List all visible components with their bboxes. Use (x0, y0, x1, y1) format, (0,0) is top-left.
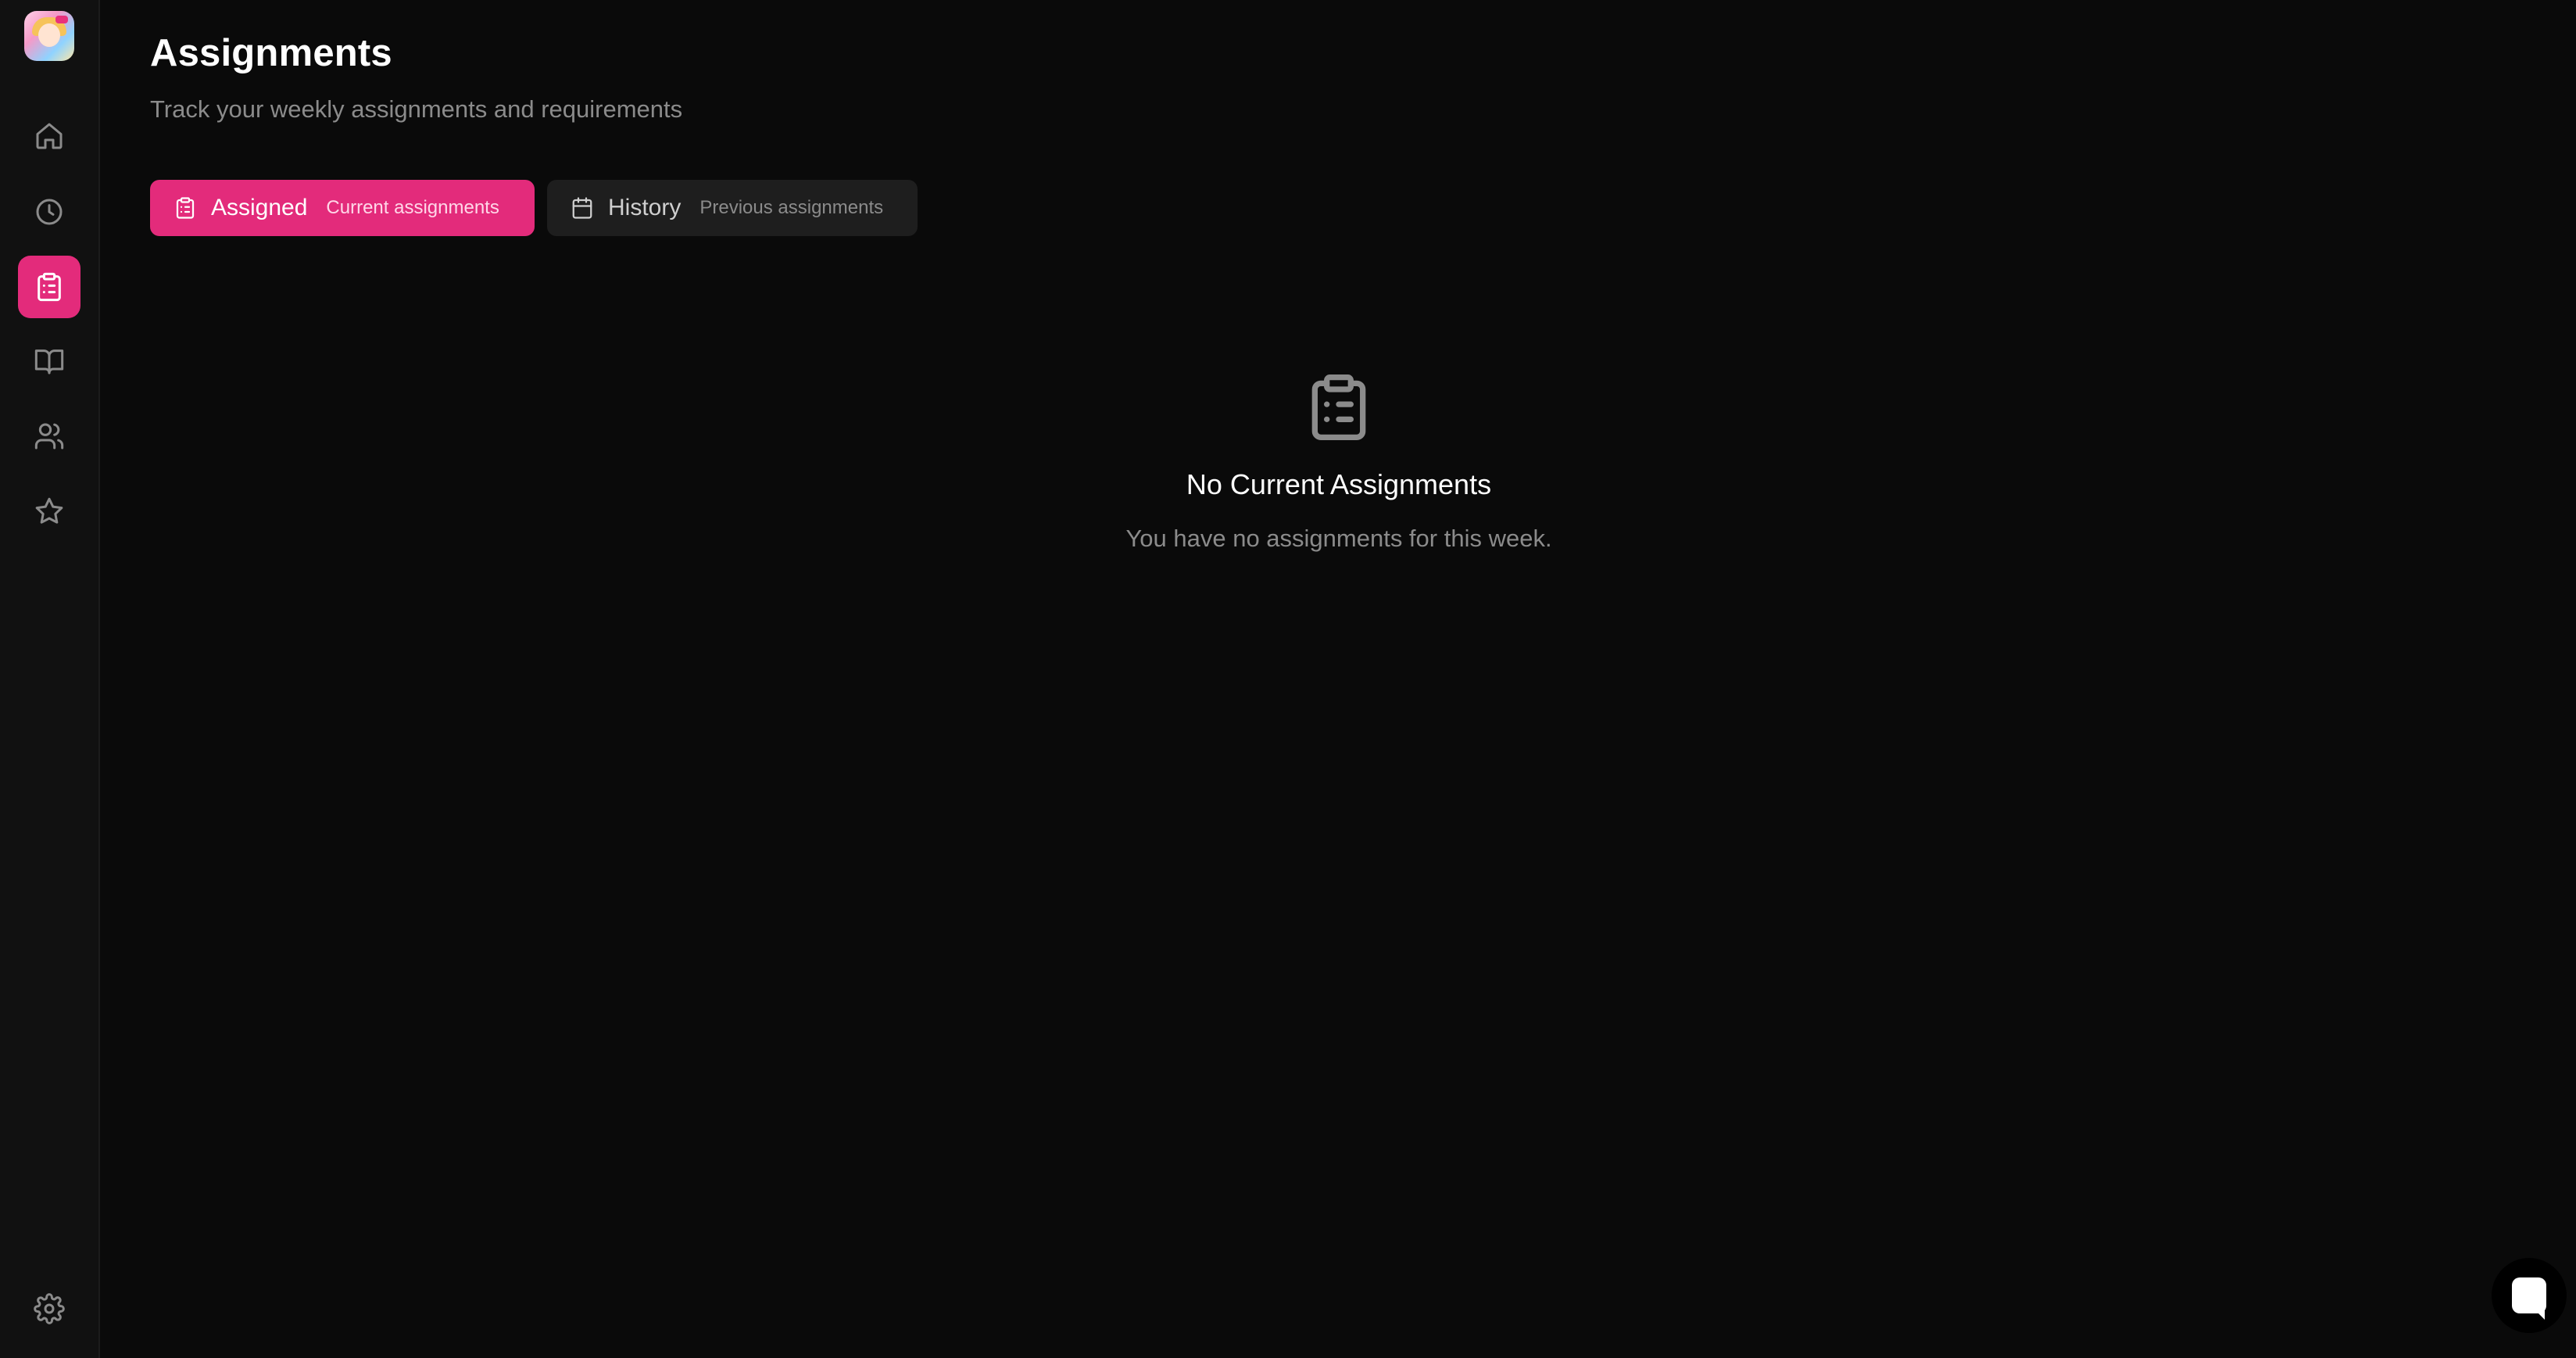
logo-face (38, 23, 60, 47)
app-root: Assignments Track your weekly assignment… (0, 0, 2576, 1358)
clipboard-list-icon (38, 272, 61, 302)
users-icon (34, 423, 64, 450)
book-open-icon (34, 349, 64, 374)
star-icon (35, 497, 63, 524)
sidebar-item-settings[interactable] (18, 1277, 80, 1340)
sidebar-item-assignments[interactable] (18, 256, 80, 318)
tab-history-description: Previous assignments (699, 197, 884, 218)
main-content: Assignments Track your weekly assignment… (102, 0, 2576, 1358)
gear-icon (34, 1293, 65, 1324)
home-icon (36, 123, 63, 149)
app-logo[interactable] (24, 11, 74, 61)
tab-assigned-description: Current assignments (326, 197, 499, 218)
sidebar-item-favorites[interactable] (18, 480, 80, 543)
empty-state-message: You have no assignments for this week. (1125, 525, 1552, 552)
sidebar-item-history[interactable] (18, 181, 80, 243)
chat-bubble-icon (2512, 1277, 2546, 1320)
empty-state-title: No Current Assignments (1186, 468, 1492, 500)
sidebar-item-library[interactable] (18, 330, 80, 392)
calendar-icon (572, 197, 592, 219)
logo-bow (55, 16, 68, 23)
chat-launcher-button[interactable] (2492, 1258, 2567, 1333)
tab-history-label: History (608, 195, 682, 220)
page-title: Assignments (150, 32, 392, 74)
sidebar (0, 0, 100, 1358)
sidebar-item-home[interactable] (18, 105, 80, 167)
clipboard-list-icon (176, 197, 195, 219)
page-subtitle: Track your weekly assignments and requir… (150, 95, 683, 123)
sidebar-item-users[interactable] (18, 405, 80, 468)
clipboard-list-icon (1311, 374, 1366, 440)
empty-state: No Current Assignments You have no assig… (102, 371, 2576, 553)
tab-assigned-label: Assigned (211, 195, 308, 220)
tab-history[interactable]: History Previous assignments (547, 180, 918, 236)
clock-icon (36, 199, 63, 225)
tab-assigned[interactable]: Assigned Current assignments (150, 180, 535, 236)
